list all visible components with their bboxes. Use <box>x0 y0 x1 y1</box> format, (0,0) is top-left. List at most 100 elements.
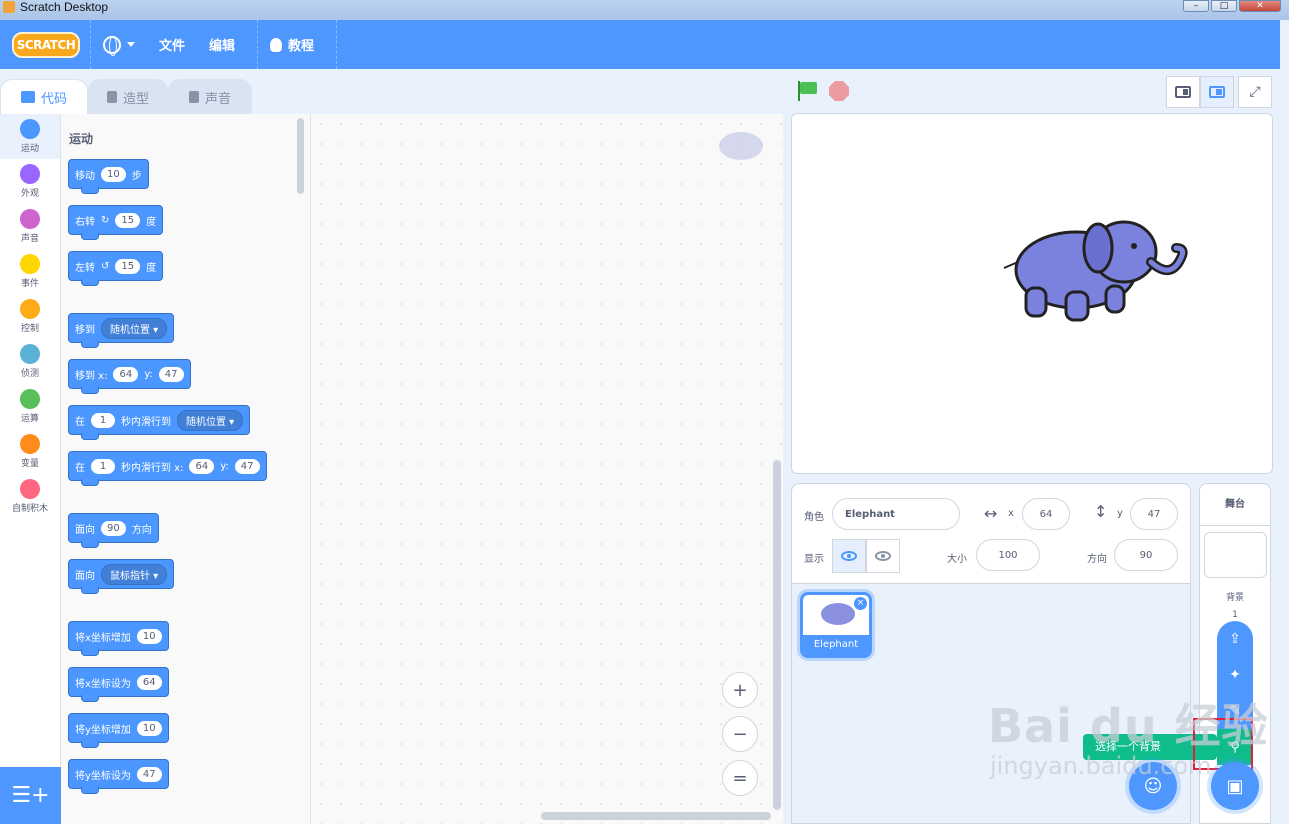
baidu-watermark-url: jingyan.baidu.com <box>990 752 1212 780</box>
fullscreen-button[interactable]: ⤢ <box>1238 76 1272 108</box>
category-looks[interactable]: 外观 <box>0 159 60 204</box>
block-input[interactable]: 1 <box>91 412 115 428</box>
block-glide[interactable]: 在 1 秒内滑行到 随机位置 ▾ <box>68 405 251 440</box>
eye-off-icon <box>875 551 891 561</box>
block-dropdown[interactable]: 随机位置 ▾ <box>101 317 168 339</box>
category-variables[interactable]: 变量 <box>0 429 60 474</box>
category-operators[interactable]: 运算 <box>0 384 60 429</box>
block-input[interactable]: 64 <box>189 458 215 474</box>
sprite-tile[interactable]: × Elephant <box>800 592 872 658</box>
scratch-logo[interactable]: SCRATCH <box>12 31 80 58</box>
zoom-in-icon: + <box>732 679 748 701</box>
zoom-in-button[interactable]: + <box>722 672 758 708</box>
block-text: 将x坐标设为 <box>75 678 131 690</box>
close-window-button[interactable]: ✕ <box>1239 0 1281 12</box>
tab-costumes[interactable]: 造型 <box>88 79 168 114</box>
file-menu[interactable]: 文件 <box>147 20 197 69</box>
block-input[interactable]: 64 <box>136 674 162 690</box>
block-input[interactable]: 15 <box>115 212 141 228</box>
block-change-y[interactable]: 将y坐标增加 10 <box>68 713 169 748</box>
category-control[interactable]: 控制 <box>0 294 60 339</box>
surprise-backdrop-button[interactable]: ✦ <box>1217 657 1253 693</box>
minimize-button[interactable]: – <box>1183 0 1209 12</box>
category-sound[interactable]: 声音 <box>0 204 60 249</box>
block-input[interactable]: 1 <box>91 458 115 474</box>
block-input[interactable]: 10 <box>136 628 162 644</box>
tab-sounds[interactable]: 声音 <box>168 79 252 114</box>
category-sensing[interactable]: 侦测 <box>0 339 60 384</box>
block-input[interactable]: 10 <box>136 720 162 736</box>
block-turn-left[interactable]: 左转 ↺ 15 度 <box>68 251 164 286</box>
block-text: 秒内滑行到 <box>121 416 171 428</box>
direction-label: 方向 <box>1087 554 1107 565</box>
green-flag-button[interactable] <box>796 81 818 101</box>
stop-button[interactable] <box>829 81 849 101</box>
language-menu[interactable] <box>91 20 147 69</box>
events-category-icon <box>20 254 40 274</box>
category-label: 运动 <box>20 144 39 154</box>
block-input[interactable]: 90 <box>101 520 126 536</box>
tutorials-label: 教程 <box>288 39 315 54</box>
block-point-direction[interactable]: 面向 90 方向 <box>68 513 159 548</box>
app-icon <box>3 1 15 13</box>
category-motion[interactable]: 运动 <box>0 114 60 159</box>
add-extension-button[interactable]: ☰+ <box>0 767 61 824</box>
block-input[interactable]: 64 <box>113 366 139 382</box>
block-set-y[interactable]: 将y坐标设为 47 <box>68 759 169 794</box>
sound-category-icon <box>20 209 40 229</box>
block-turn-right[interactable]: 右转 ↻ 15 度 <box>68 205 164 240</box>
small-stage-button[interactable] <box>1166 76 1200 108</box>
x-position-input[interactable]: 64 <box>1022 498 1070 530</box>
palette-section-title: 运动 <box>69 132 94 146</box>
block-input[interactable]: 47 <box>136 766 162 782</box>
block-input[interactable]: 10 <box>101 166 126 182</box>
block-set-x[interactable]: 将x坐标设为 64 <box>68 667 169 702</box>
size-input[interactable]: 100 <box>976 539 1040 571</box>
sprite-name-input[interactable]: Elephant <box>832 498 960 530</box>
edit-menu[interactable]: 编辑 <box>197 20 247 69</box>
block-input[interactable]: 15 <box>115 258 141 274</box>
block-glide-xy[interactable]: 在 1 秒内滑行到 x: 64 y: 47 <box>68 451 267 486</box>
delete-sprite-icon[interactable]: × <box>854 597 867 610</box>
block-categories: 运动 外观 声音 事件 控制 侦测 运算 变量 自制积木 ☰+ <box>0 114 61 824</box>
upload-backdrop-button[interactable]: ⇪ <box>1217 621 1253 657</box>
menu-bar: SCRATCH 文件 编辑 教程 <box>0 20 1280 69</box>
block-change-x[interactable]: 将x坐标增加 10 <box>68 621 169 656</box>
zoom-out-button[interactable]: − <box>722 716 758 752</box>
tab-code[interactable]: 代码 <box>0 79 88 114</box>
block-text: 移到 x: <box>75 370 108 382</box>
image-icon: ▣ <box>1226 775 1244 797</box>
large-stage-button[interactable] <box>1200 76 1234 108</box>
show-sprite-button[interactable] <box>832 539 866 573</box>
hide-sprite-button[interactable] <box>866 539 900 573</box>
elephant-sprite[interactable] <box>996 210 1196 330</box>
block-text: 将y坐标增加 <box>75 724 131 736</box>
category-label: 控制 <box>20 324 39 334</box>
rotate-right-icon: ↻ <box>101 214 110 226</box>
stage-thumbnail[interactable] <box>1204 532 1267 578</box>
category-my-blocks[interactable]: 自制积木 <box>0 474 60 519</box>
block-input[interactable]: 47 <box>158 366 184 382</box>
window-title: Scratch Desktop <box>20 0 109 14</box>
zoom-reset-button[interactable]: = <box>722 760 758 796</box>
block-dropdown[interactable]: 鼠标指针 ▾ <box>101 563 168 585</box>
block-move-steps[interactable]: 移动 10 步 <box>68 159 149 194</box>
script-horizontal-scrollbar[interactable] <box>541 812 771 820</box>
direction-input[interactable]: 90 <box>1114 539 1178 571</box>
block-goto-xy[interactable]: 移到 x: 64 y: 47 <box>68 359 191 394</box>
script-area[interactable]: + − = <box>311 114 783 824</box>
category-events[interactable]: 事件 <box>0 249 60 294</box>
block-input[interactable]: 47 <box>234 458 260 474</box>
block-point-towards[interactable]: 面向 鼠标指针 ▾ <box>68 559 175 594</box>
maximize-button[interactable]: □ <box>1211 0 1237 12</box>
choose-backdrop-button[interactable]: ▣ <box>1211 762 1259 810</box>
script-vertical-scrollbar[interactable] <box>773 460 781 810</box>
block-text: 面向 <box>75 524 95 536</box>
block-goto[interactable]: 移到 随机位置 ▾ <box>68 313 175 348</box>
block-dropdown[interactable]: 随机位置 ▾ <box>177 409 244 431</box>
palette-scrollbar[interactable] <box>297 118 304 194</box>
tutorials-menu[interactable]: 教程 <box>258 20 326 69</box>
y-position-input[interactable]: 47 <box>1130 498 1178 530</box>
add-extension-icon: ☰+ <box>11 783 50 808</box>
stage[interactable] <box>791 113 1273 474</box>
